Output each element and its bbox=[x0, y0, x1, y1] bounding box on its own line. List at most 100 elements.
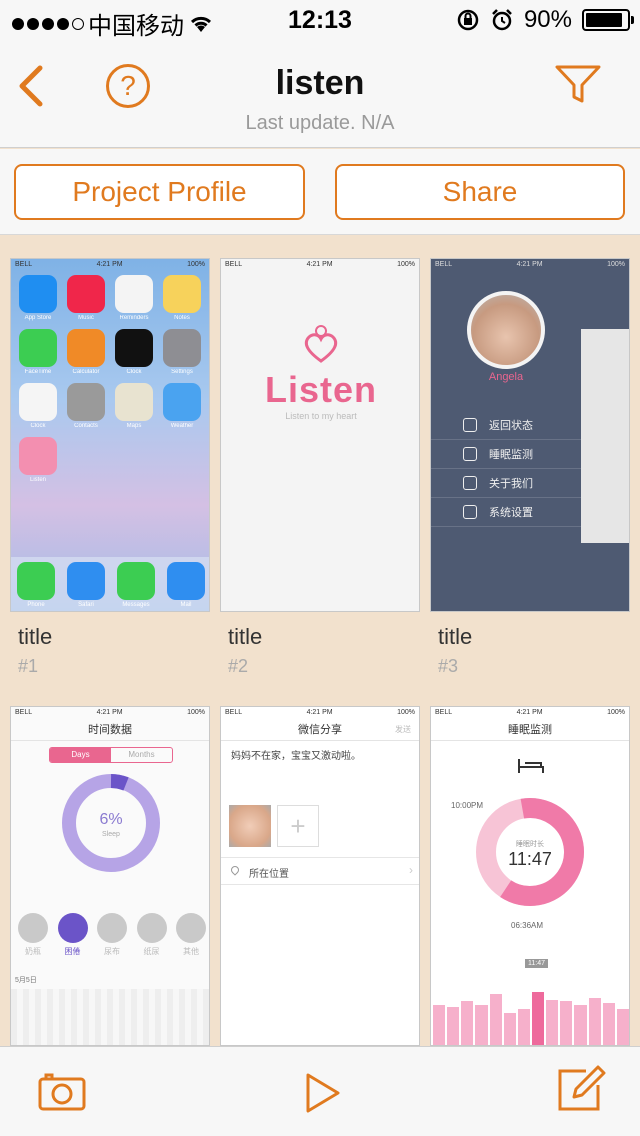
app-icon: Music bbox=[67, 275, 105, 321]
chevron-right-icon: › bbox=[409, 863, 413, 877]
share-text: 妈妈不在家，宝宝又激动啦。 bbox=[231, 751, 361, 762]
dock-app-icon: Messages bbox=[117, 562, 155, 608]
sleep-start-time: 10:00PM bbox=[451, 801, 484, 810]
activity-icon: 其他 bbox=[175, 913, 207, 957]
screen-number: #3 bbox=[438, 656, 459, 676]
screen-card-2[interactable]: BELL 4:21 PM 100% Listen Listen to my hear… bbox=[220, 258, 420, 677]
rotation-lock-icon bbox=[457, 9, 479, 31]
location-pin-icon bbox=[229, 864, 241, 876]
page-title: listen bbox=[275, 64, 365, 102]
sleep-duration: 11:47 bbox=[508, 849, 552, 869]
sleep-bar bbox=[447, 1007, 460, 1045]
days-tab: Days bbox=[50, 748, 111, 762]
side-menu-item: 返回状态 bbox=[431, 411, 581, 440]
app-icon: App Store bbox=[19, 275, 57, 321]
battery-icon bbox=[582, 9, 634, 31]
activity-icon: 纸尿 bbox=[136, 913, 168, 957]
mini-header: 睡眠监测 bbox=[431, 719, 629, 741]
sleep-bar bbox=[433, 1005, 446, 1045]
sleep-end-time: 06:36AM bbox=[511, 921, 544, 930]
app-icon: FaceTime bbox=[19, 329, 57, 375]
app-icon: Contacts bbox=[67, 383, 105, 429]
screen-card-3[interactable]: BELL 4:21 PM 100% Angela 返回状态 睡眠监测 关于我们 系统设置 … bbox=[430, 258, 630, 677]
bar-tag: 11:47 bbox=[525, 959, 548, 968]
filter-icon[interactable] bbox=[554, 64, 602, 104]
sleep-bar bbox=[616, 1009, 629, 1045]
play-icon[interactable] bbox=[302, 1071, 342, 1115]
app-icon: Clock bbox=[19, 383, 57, 429]
add-photo-icon: + bbox=[277, 805, 319, 847]
sleep-bar bbox=[546, 999, 559, 1045]
screen-card-5[interactable]: BELL 4:21 PM 100% 微信分享 发送 妈妈不在家，宝宝又激动啦。 + … bbox=[220, 706, 420, 1046]
share-photo bbox=[229, 805, 271, 847]
app-icon: Listen bbox=[19, 437, 57, 483]
splash-tagline: Listen to my heart bbox=[285, 411, 357, 421]
app-icon: Weather bbox=[163, 383, 201, 429]
project-profile-button[interactable]: Project Profile bbox=[14, 164, 305, 220]
sleep-duration-label: 睡眠时长 bbox=[516, 841, 544, 848]
screen-thumbnail-5[interactable]: BELL 4:21 PM 100% 微信分享 发送 妈妈不在家，宝宝又激动啦。 + … bbox=[220, 706, 420, 1046]
activity-icon: 奶瓶 bbox=[17, 913, 49, 957]
app-icon: Maps bbox=[115, 383, 153, 429]
side-menu-item: 关于我们 bbox=[431, 469, 581, 498]
screen-card-4[interactable]: BELL 4:21 PM 100% 时间数据 Days Months 6% Slee… bbox=[10, 706, 210, 1046]
menu-item-icon bbox=[463, 505, 477, 519]
screen-title: title bbox=[18, 624, 53, 649]
app-icon: Calculator bbox=[67, 329, 105, 375]
share-button[interactable]: Share bbox=[335, 164, 625, 220]
camera-icon[interactable] bbox=[38, 1071, 86, 1111]
months-tab: Months bbox=[128, 750, 155, 759]
location-label: 所在位置 bbox=[249, 869, 289, 880]
app-icon: Reminders bbox=[115, 275, 153, 321]
navigation-bar: ? listen Last update. N/A bbox=[0, 40, 640, 148]
sleep-percent-label: Sleep bbox=[102, 831, 120, 838]
screen-thumbnail-3[interactable]: BELL 4:21 PM 100% Angela 返回状态 睡眠监测 关于我们 系统设置 bbox=[430, 258, 630, 612]
screen-card-1[interactable]: BELL 4:21 PM 100% App Store Music Reminders N… bbox=[10, 258, 210, 677]
screen-title: title bbox=[438, 624, 473, 649]
sleep-bar bbox=[588, 997, 601, 1045]
sleep-bar bbox=[531, 992, 545, 1045]
sleep-bar bbox=[475, 1005, 488, 1045]
dock-app-icon: Mail bbox=[167, 562, 205, 608]
app-icon: Settings bbox=[163, 329, 201, 375]
chart-date: 5月5日 bbox=[15, 977, 37, 984]
side-menu-item: 睡眠监测 bbox=[431, 440, 581, 469]
activity-icon: 困倦 bbox=[57, 913, 89, 957]
bed-icon bbox=[518, 759, 544, 773]
mini-header: 时间数据 bbox=[11, 719, 209, 741]
project-actions-bar: Project Profile Share bbox=[0, 149, 640, 235]
mini-header: 微信分享 bbox=[298, 724, 342, 736]
last-update-label: Last update. N/A bbox=[245, 112, 395, 134]
edit-icon[interactable] bbox=[556, 1065, 608, 1113]
screens-grid: BELL 4:21 PM 100% App Store Music Reminders N… bbox=[0, 236, 640, 1046]
sleep-bar bbox=[461, 1001, 474, 1045]
avatar bbox=[467, 291, 545, 369]
screen-title: title bbox=[228, 624, 263, 649]
sleep-bar bbox=[503, 1012, 516, 1045]
dock-app-icon: Phone bbox=[17, 562, 55, 608]
battery-percent: 90% bbox=[523, 6, 572, 33]
app-icon: Notes bbox=[163, 275, 201, 321]
screen-thumbnail-6[interactable]: BELL 4:21 PM 100% 睡眠监测 10:00PM 睡眠时长 11:47 … bbox=[430, 706, 630, 1046]
bottom-toolbar bbox=[0, 1046, 640, 1136]
side-menu-item: 系统设置 bbox=[431, 498, 581, 527]
menu-item-icon bbox=[463, 476, 477, 490]
status-bar: 中国移动 12:13 90% bbox=[0, 0, 640, 40]
sleep-bar bbox=[574, 1005, 587, 1045]
menu-item-icon bbox=[463, 418, 477, 432]
app-icon: Clock bbox=[115, 329, 153, 375]
sleep-bar bbox=[602, 1002, 615, 1045]
profile-name: Angela bbox=[488, 371, 524, 383]
screen-number: #1 bbox=[18, 656, 39, 676]
menu-item-icon bbox=[463, 447, 477, 461]
screen-thumbnail-2[interactable]: BELL 4:21 PM 100% Listen Listen to my hear… bbox=[220, 258, 420, 612]
screen-card-6[interactable]: BELL 4:21 PM 100% 睡眠监测 10:00PM 睡眠时长 11:47 … bbox=[430, 706, 630, 1046]
sleep-percent: 6% bbox=[99, 811, 123, 828]
splash-logo-text: Listen bbox=[264, 369, 377, 410]
activity-icon: 尿布 bbox=[96, 913, 128, 957]
sleep-bar bbox=[517, 1009, 530, 1045]
screen-thumbnail-1[interactable]: BELL 4:21 PM 100% App Store Music Reminders N… bbox=[10, 258, 210, 612]
sleep-bar bbox=[489, 993, 502, 1045]
screen-thumbnail-4[interactable]: BELL 4:21 PM 100% 时间数据 Days Months 6% Slee… bbox=[10, 706, 210, 1046]
screen-number: #2 bbox=[228, 656, 249, 676]
